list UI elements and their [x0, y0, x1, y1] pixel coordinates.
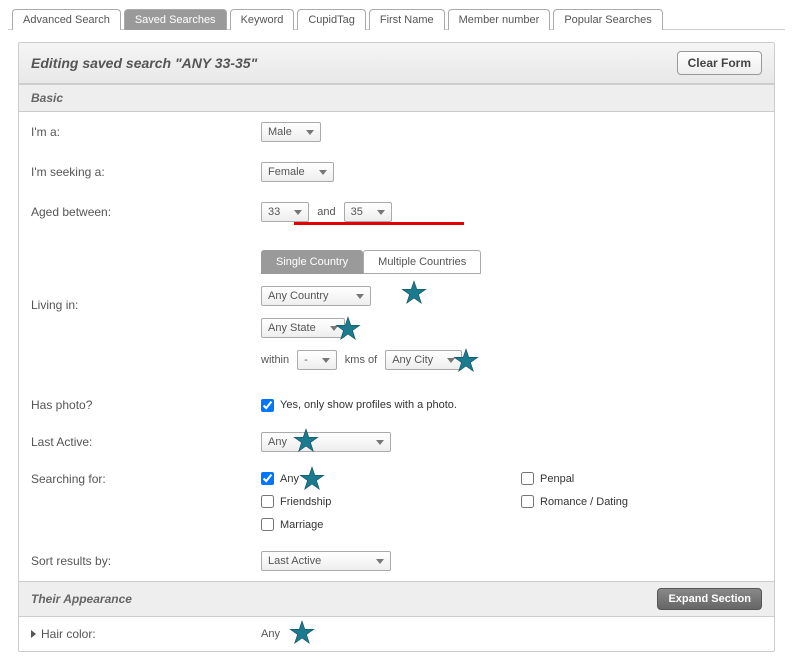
label-has-photo: Has photo?: [31, 398, 261, 412]
label-searching-for: Searching for:: [31, 472, 261, 486]
label-sort-by: Sort results by:: [31, 554, 261, 568]
label-hair-color: Hair color:: [31, 627, 261, 641]
select-seeking[interactable]: Female: [261, 162, 334, 182]
select-age-to[interactable]: 35: [344, 202, 392, 222]
tab-first-name[interactable]: First Name: [369, 9, 445, 30]
clear-form-button[interactable]: Clear Form: [677, 51, 762, 75]
expand-section-button[interactable]: Expand Section: [657, 588, 762, 610]
row-searching-for: Searching for: Any Penpal Friendship Rom…: [19, 462, 774, 541]
label-im-a: I'm a:: [31, 125, 261, 139]
chevron-down-icon: [322, 358, 330, 363]
value-hair-color: Any: [261, 628, 280, 640]
checkbox-romance[interactable]: Romance / Dating: [521, 495, 741, 508]
section-appearance-title: Their Appearance: [31, 592, 132, 606]
label-seeking: I'm seeking a:: [31, 165, 261, 179]
country-mode-tabs: Single Country Multiple Countries: [261, 250, 481, 274]
tab-multiple-countries[interactable]: Multiple Countries: [363, 250, 481, 274]
select-state[interactable]: Any State: [261, 318, 345, 338]
tab-advanced-search[interactable]: Advanced Search: [12, 9, 121, 30]
triangle-right-icon: [31, 630, 36, 638]
tab-cupidtag[interactable]: CupidTag: [297, 9, 365, 30]
tab-popular-searches[interactable]: Popular Searches: [553, 9, 662, 30]
chevron-down-icon: [377, 210, 385, 215]
select-age-from[interactable]: 33: [261, 202, 309, 222]
text-within: within: [261, 354, 289, 366]
label-living-in: Living in:: [31, 250, 261, 312]
chevron-down-icon: [356, 294, 364, 299]
label-last-active: Last Active:: [31, 435, 261, 449]
checkbox-marriage[interactable]: Marriage: [261, 518, 481, 531]
tab-saved-searches[interactable]: Saved Searches: [124, 9, 227, 30]
page-title: Editing saved search "ANY 33-35": [31, 55, 257, 71]
select-distance[interactable]: -: [297, 350, 337, 370]
chevron-down-icon: [294, 210, 302, 215]
section-basic-title: Basic: [31, 91, 63, 105]
label-aged: Aged between:: [31, 205, 261, 219]
text-kms-of: kms of: [345, 354, 377, 366]
tab-member-number[interactable]: Member number: [448, 9, 551, 30]
select-gender[interactable]: Male: [261, 122, 321, 142]
chevron-down-icon: [319, 170, 327, 175]
checkbox-has-photo[interactable]: Yes, only show profiles with a photo.: [261, 399, 481, 412]
row-last-active: Last Active: Any: [19, 422, 774, 462]
star-icon: [401, 280, 427, 306]
text-and: and: [317, 206, 335, 218]
checkbox-has-photo-input[interactable]: [261, 399, 274, 412]
row-has-photo: Has photo? Yes, only show profiles with …: [19, 388, 774, 422]
select-country[interactable]: Any Country: [261, 286, 371, 306]
row-aged-between: Aged between: 33 and 35: [19, 192, 774, 232]
section-basic-header: Basic: [19, 84, 774, 112]
select-last-active[interactable]: Any: [261, 432, 391, 452]
chevron-down-icon: [376, 559, 384, 564]
annotation-underline: [294, 222, 464, 225]
chevron-down-icon: [306, 130, 314, 135]
section-appearance-header: Their Appearance Expand Section: [19, 581, 774, 617]
chevron-down-icon: [376, 440, 384, 445]
row-seeking: I'm seeking a: Female: [19, 152, 774, 192]
chevron-down-icon: [330, 326, 338, 331]
checkbox-friendship[interactable]: Friendship: [261, 495, 481, 508]
panel-header: Editing saved search "ANY 33-35" Clear F…: [19, 43, 774, 84]
row-im-a: I'm a: Male: [19, 112, 774, 152]
select-sort-by[interactable]: Last Active: [261, 551, 391, 571]
tab-keyword[interactable]: Keyword: [230, 9, 295, 30]
tab-single-country[interactable]: Single Country: [261, 250, 363, 274]
search-form-panel: Editing saved search "ANY 33-35" Clear F…: [18, 42, 775, 652]
checkbox-penpal[interactable]: Penpal: [521, 472, 741, 485]
star-icon: [289, 620, 315, 646]
search-tabs: Advanced Search Saved Searches Keyword C…: [8, 8, 785, 30]
row-sort-by: Sort results by: Last Active: [19, 541, 774, 581]
checkbox-any[interactable]: Any: [261, 472, 481, 485]
row-living-in: Living in: Single Country Multiple Count…: [19, 232, 774, 388]
select-city[interactable]: Any City: [385, 350, 462, 370]
row-hair-color: Hair color: Any: [19, 617, 774, 651]
chevron-down-icon: [447, 358, 455, 363]
